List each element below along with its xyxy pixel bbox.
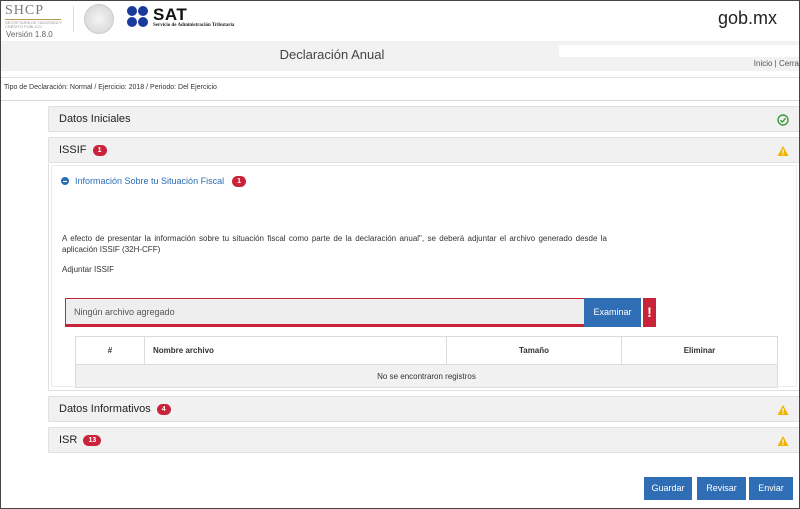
cerrar-link[interactable]: Cerra <box>779 59 799 68</box>
title-bar: Declaración Anual Inicio | Cerra <box>1 41 799 71</box>
situacion-fiscal-badge: 1 <box>232 176 247 187</box>
panel-isr[interactable]: ISR 13 <box>48 427 799 453</box>
datos-informativos-title-text: Datos Informativos <box>59 403 151 415</box>
check-circle-icon <box>777 114 789 126</box>
header-divider <box>73 6 74 32</box>
enviar-button[interactable]: Enviar <box>749 477 793 500</box>
app-window: SHCP SECRETARÍA DE HACIENDA Y CRÉDITO PÚ… <box>0 0 800 509</box>
declaration-info-text: Tipo de Declaración: Normal / Ejercicio:… <box>4 84 217 91</box>
issif-content: Información Sobre tu Situación Fiscal 1 A… <box>48 163 799 391</box>
examinar-button[interactable]: Examinar <box>584 298 641 327</box>
col-header-nombre: Nombre archivo <box>144 336 447 365</box>
shcp-logo-subtitle: SECRETARÍA DE HACIENDA Y CRÉDITO PÚBLICO <box>5 20 62 29</box>
error-exclamation-icon: ! <box>643 298 656 327</box>
col-header-tamano: Tamaño <box>446 336 622 365</box>
guardar-button[interactable]: Guardar <box>644 477 692 500</box>
warning-icon <box>777 436 789 446</box>
issif-error-badge: 1 <box>92 145 107 156</box>
datos-informativos-badge: 4 <box>156 404 171 415</box>
national-seal-icon <box>84 4 114 34</box>
declaration-info-bar: Tipo de Declaración: Normal / Ejercicio:… <box>1 77 799 101</box>
site-header: SHCP SECRETARÍA DE HACIENDA Y CRÉDITO PÚ… <box>1 1 799 41</box>
col-header-number: # <box>75 336 145 365</box>
issif-instructions: A efecto de presentar la información sob… <box>62 234 607 254</box>
issif-title-text: ISSIF <box>59 144 87 156</box>
col-header-eliminar: Eliminar <box>621 336 778 365</box>
file-name-field[interactable]: Ningún archivo agregado <box>65 298 585 327</box>
sat-dots-icon <box>127 6 149 28</box>
warning-icon <box>777 146 789 156</box>
situacion-fiscal-title: Información Sobre tu Situación Fiscal <box>75 176 225 186</box>
sat-logo-subtitle: Servicio de Administración Tributaria <box>153 23 235 28</box>
panel-title-isr: ISR 13 <box>59 434 102 446</box>
shcp-logo: SHCP SECRETARÍA DE HACIENDA Y CRÉDITO PÚ… <box>5 4 65 30</box>
files-table: # Nombre archivo Tamaño Eliminar No se e… <box>75 336 778 388</box>
issif-inner-panel: Información Sobre tu Situación Fiscal 1 A… <box>51 165 797 388</box>
panel-title-datos-informativos: Datos Informativos 4 <box>59 403 171 415</box>
warning-icon <box>777 405 789 415</box>
gobmx-logo[interactable]: gob.mx <box>718 8 777 29</box>
user-info-box <box>559 45 799 57</box>
panel-datos-informativos[interactable]: Datos Informativos 4 <box>48 396 799 422</box>
revisar-button[interactable]: Revisar <box>697 477 746 500</box>
file-upload-row: Ningún archivo agregado Examinar ! <box>65 298 656 328</box>
isr-badge: 13 <box>83 435 102 446</box>
table-row: No se encontraron registros <box>75 364 778 388</box>
top-links: Inicio | Cerra <box>754 59 799 68</box>
panel-title-issif: ISSIF 1 <box>59 144 107 156</box>
panel-issif[interactable]: ISSIF 1 <box>48 137 799 163</box>
table-header-row: # Nombre archivo Tamaño Eliminar <box>75 336 778 365</box>
isr-title-text: ISR <box>59 434 78 446</box>
adjuntar-issif-label: Adjuntar ISSIF <box>62 265 115 274</box>
panel-datos-iniciales[interactable]: Datos Iniciales <box>48 106 799 132</box>
collapse-minus-icon <box>61 177 69 185</box>
panel-title-datos-iniciales: Datos Iniciales <box>59 113 131 125</box>
sat-logo-text: SAT <box>153 5 188 24</box>
situacion-fiscal-toggle[interactable]: Información Sobre tu Situación Fiscal 1 <box>61 176 247 187</box>
inicio-link[interactable]: Inicio <box>754 59 773 68</box>
empty-table-message: No se encontraron registros <box>75 364 778 388</box>
shcp-logo-title: SHCP <box>5 3 45 18</box>
version-label: Versión 1.8.0 <box>6 30 53 39</box>
